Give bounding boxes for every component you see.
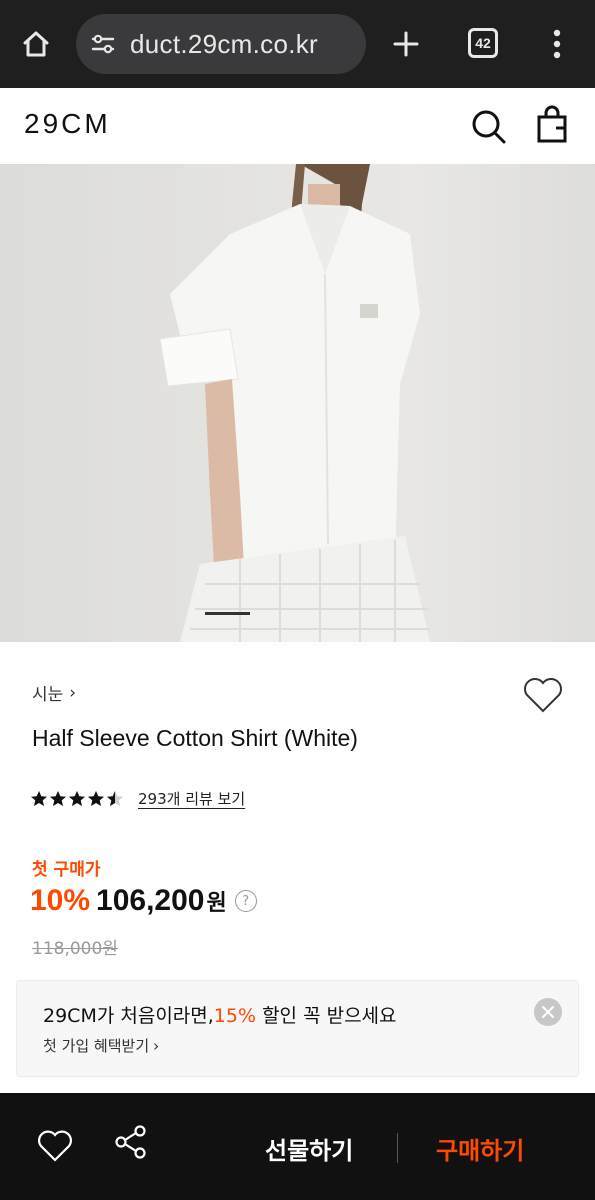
close-icon[interactable] bbox=[534, 998, 562, 1026]
chevron-right-icon: › bbox=[153, 1036, 160, 1055]
signup-promo-banner[interactable]: 29CM가 처음이라면,15% 할인 꼭 받으세요 첫 가입 혜택받기 › bbox=[16, 980, 579, 1077]
price-row: 10% 106,200 원 ? bbox=[30, 884, 257, 918]
browser-toolbar: duct.29cm.co.kr 42 bbox=[0, 0, 595, 88]
home-icon[interactable] bbox=[14, 22, 58, 66]
sale-price: 106,200 bbox=[96, 884, 205, 917]
star-icon bbox=[107, 791, 123, 806]
more-menu-icon[interactable] bbox=[540, 24, 574, 64]
rating-row: 293개 리뷰 보기 bbox=[30, 788, 245, 809]
original-price: 118,000원 bbox=[32, 939, 118, 959]
search-icon[interactable] bbox=[468, 106, 508, 146]
product-title: Half Sleeve Cotton Shirt (White) bbox=[32, 725, 358, 751]
site-logo[interactable]: 29CM bbox=[24, 108, 111, 140]
buy-button[interactable]: 구매하기 bbox=[436, 1131, 524, 1166]
promo-title-prefix: 29CM가 처음이라면, bbox=[43, 1005, 214, 1027]
signup-benefit-link[interactable]: 첫 가입 혜택받기 › bbox=[43, 1035, 159, 1056]
star-icon bbox=[69, 791, 85, 806]
currency-unit: 원 bbox=[206, 891, 227, 916]
gift-button[interactable]: 선물하기 bbox=[265, 1131, 353, 1166]
wishlist-heart-icon[interactable] bbox=[522, 676, 564, 714]
share-icon[interactable] bbox=[112, 1123, 150, 1161]
promo-title: 29CM가 처음이라면,15% 할인 꼭 받으세요 bbox=[43, 1001, 397, 1028]
star-icon bbox=[88, 791, 104, 806]
bottom-action-bar: 선물하기 구매하기 bbox=[0, 1093, 595, 1200]
promo-discount: 15% bbox=[213, 1005, 257, 1027]
promo-subtitle: 첫 가입 혜택받기 bbox=[43, 1037, 150, 1055]
brand-name: 시눈 bbox=[32, 685, 64, 705]
separator bbox=[397, 1133, 398, 1163]
star-rating bbox=[30, 790, 124, 807]
url-text: duct.29cm.co.kr bbox=[130, 28, 319, 59]
first-purchase-label: 첫 구매가 bbox=[32, 860, 101, 880]
site-settings-icon[interactable] bbox=[76, 14, 130, 74]
star-icon bbox=[50, 791, 66, 806]
brand-link[interactable]: 시눈 › bbox=[32, 680, 77, 706]
star-icon bbox=[31, 791, 47, 806]
promo-title-suffix: 할인 꼭 받으세요 bbox=[256, 1005, 397, 1027]
like-heart-icon[interactable] bbox=[36, 1129, 74, 1163]
discount-rate: 10% bbox=[30, 884, 91, 917]
tab-switcher-button[interactable]: 42 bbox=[468, 28, 498, 58]
shopping-bag-icon[interactable] bbox=[532, 104, 572, 146]
product-image[interactable] bbox=[0, 164, 595, 642]
review-link[interactable]: 293개 리뷰 보기 bbox=[138, 788, 245, 809]
help-icon[interactable]: ? bbox=[234, 890, 257, 912]
address-bar[interactable]: duct.29cm.co.kr bbox=[76, 14, 366, 74]
site-header: 29CM bbox=[0, 88, 595, 164]
new-tab-icon[interactable] bbox=[384, 22, 428, 66]
chevron-right-icon: › bbox=[69, 682, 77, 703]
